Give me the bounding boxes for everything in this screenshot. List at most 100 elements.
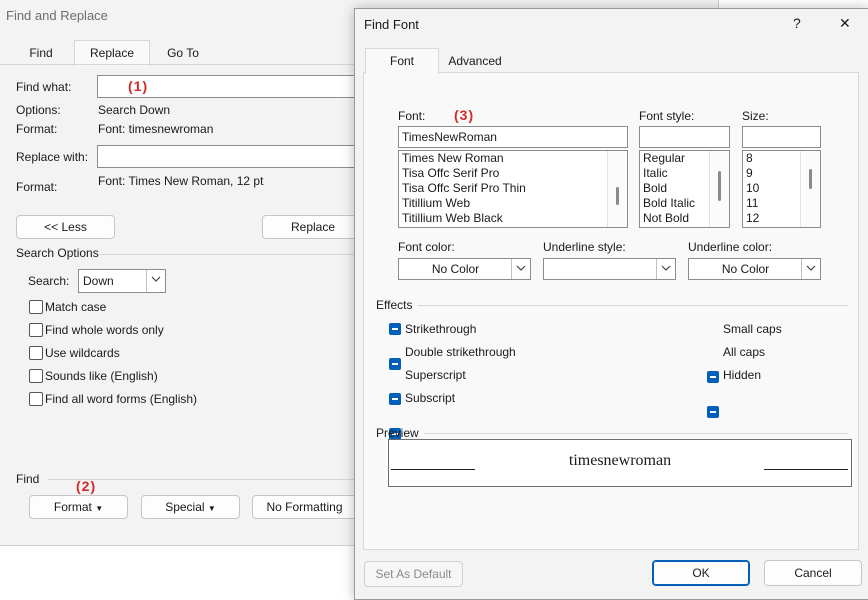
all-caps-label: All caps [723,345,766,359]
replace-with-input[interactable] [97,145,357,168]
set-as-default-button[interactable]: Set As Default [364,561,463,587]
word-forms-checkbox[interactable] [29,392,43,406]
font-tab-panel: Font: (3) Font style: Size: TimesNewRoma… [363,72,859,550]
underline-color-select[interactable]: No Color [688,258,821,280]
font-list[interactable]: Times New Roman Tisa Offc Serif Pro Tisa… [398,150,628,228]
chevron-down-icon [656,259,675,279]
preview-rule-right [764,469,848,470]
hidden-label: Hidden [723,368,762,382]
find-font-title: Find Font [364,17,419,32]
tab-advanced[interactable]: Advanced [439,50,511,72]
replace-button[interactable]: Replace [262,215,364,239]
strikethrough-label: Strikethrough [405,322,477,336]
cancel-button[interactable]: Cancel [764,560,862,586]
format-button[interactable]: Format ▼ [29,495,128,519]
font-style-input[interactable] [639,126,730,148]
find-what-label: Find what: [16,80,72,94]
replace-with-label: Replace with: [16,150,89,164]
wildcards-checkbox[interactable] [29,346,43,360]
font-style-scrollbar[interactable] [709,151,729,227]
chevron-down-icon [146,270,165,292]
small-caps-checkbox[interactable] [707,371,719,383]
ok-button[interactable]: OK [652,560,750,586]
superscript-label: Superscript [405,368,466,382]
font-color-select[interactable]: No Color [398,258,531,280]
format2-label: Format: [16,180,58,194]
format-button-label: Format [53,500,92,514]
font-name-value: TimesNewRoman [402,130,497,144]
preview-box: timesnewroman [388,439,852,487]
font-list-scrollbar[interactable] [607,151,627,227]
close-icon[interactable]: ✕ [839,15,851,32]
tab-find[interactable]: Find [14,42,68,64]
wildcards-label: Use wildcards [45,346,120,360]
search-options-heading: Search Options [16,246,99,260]
subscript-label: Subscript [405,391,456,405]
sounds-like-checkbox[interactable] [29,369,43,383]
size-scrollbar[interactable] [800,151,820,227]
search-options-divider [100,254,355,255]
underline-style-label: Underline style: [543,240,626,254]
tab-font[interactable]: Font [365,48,439,74]
tab-goto[interactable]: Go To [152,42,214,64]
whole-words-checkbox[interactable] [29,323,43,337]
preview-divider [424,433,848,434]
all-caps-checkbox[interactable] [707,406,719,418]
preview-heading: Preview [376,426,419,440]
font-list-item[interactable]: Tisa Offc Serif Pro Thin [399,181,627,196]
special-button[interactable]: Special ▼ [141,495,240,519]
size-input[interactable] [742,126,821,148]
font-style-label: Font style: [639,109,695,123]
effects-divider [418,305,848,306]
font-list-item[interactable]: Titillium Web [399,196,627,211]
match-case-label: Match case [45,300,107,314]
small-caps-label: Small caps [723,322,782,336]
annotation-2: (2) [76,478,97,494]
search-direction-value: Down [83,274,114,288]
find-font-dialog: Find Font ? ✕ Font Advanced Font: (3) Fo… [354,8,868,600]
scroll-thumb[interactable] [616,187,619,205]
preview-text: timesnewroman [568,452,672,469]
find-replace-title: Find and Replace [6,8,108,23]
sounds-like-label: Sounds like (English) [45,369,158,383]
font-name-input[interactable]: TimesNewRoman [398,126,628,148]
double-strikethrough-checkbox[interactable] [389,358,401,370]
strikethrough-checkbox[interactable] [389,323,401,335]
caret-down-icon: ▼ [207,504,216,513]
special-button-label: Special [165,500,205,514]
options-value: Search Down [98,103,171,117]
size-list[interactable]: 8 9 10 11 12 [742,150,821,228]
less-button[interactable]: << Less [16,215,115,239]
font-list-item[interactable]: Times New Roman [399,151,627,166]
search-label: Search: [28,274,70,288]
underline-color-label: Underline color: [688,240,773,254]
match-case-checkbox[interactable] [29,300,43,314]
effects-heading: Effects [376,298,413,312]
font-color-label: Font color: [398,240,455,254]
search-direction-select[interactable]: Down [78,269,166,293]
format-label: Format: [16,122,58,136]
annotation-1: (1) [128,78,149,94]
format2-value: Font: Times New Roman, 12 pt [98,174,264,188]
font-label: Font: [398,109,426,123]
scroll-thumb[interactable] [718,171,721,201]
underline-style-select[interactable] [543,258,676,280]
word-forms-label: Find all word forms (English) [45,392,198,406]
font-list-item[interactable]: Titillium Web Black [399,211,627,226]
double-strikethrough-label: Double strikethrough [405,345,516,359]
size-label: Size: [742,109,769,123]
annotation-3: (3) [454,107,475,123]
font-style-list[interactable]: Regular Italic Bold Bold Italic Not Bold [639,150,730,228]
tab-replace[interactable]: Replace [74,40,150,66]
scroll-thumb[interactable] [809,169,812,189]
format-value: Font: timesnewroman [98,122,214,136]
chevron-down-icon [801,259,820,279]
find-heading: Find [16,472,40,486]
help-icon[interactable]: ? [793,15,801,31]
font-list-item[interactable]: Tisa Offc Serif Pro [399,166,627,181]
no-formatting-button[interactable]: No Formatting [252,495,357,519]
whole-words-label: Find whole words only [45,323,164,337]
superscript-checkbox[interactable] [389,393,401,405]
caret-down-icon: ▼ [95,504,104,513]
options-label: Options: [16,103,61,117]
